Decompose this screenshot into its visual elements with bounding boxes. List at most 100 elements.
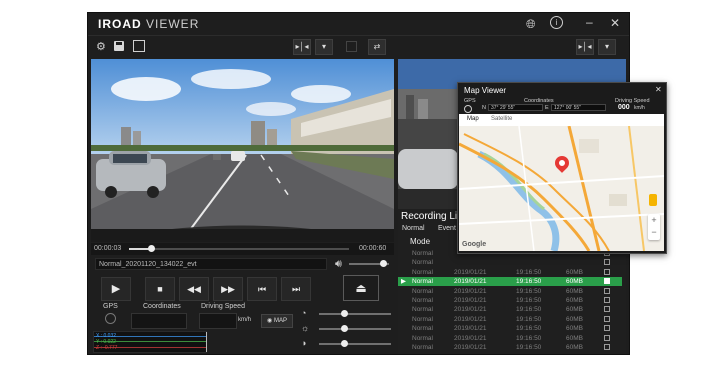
zoom-in-icon[interactable]: + xyxy=(648,214,660,226)
seek-bar-row: 00:00:03 00:00:60 xyxy=(91,243,394,255)
seek-handle[interactable] xyxy=(148,245,155,252)
row-checkbox[interactable] xyxy=(604,259,610,266)
recording-mode: Normal xyxy=(412,306,433,314)
recording-size: 60MB xyxy=(566,278,583,286)
recording-row[interactable]: Normal 2019/01/21 19:16:50 60MB xyxy=(398,324,622,333)
contrast-slider[interactable] xyxy=(319,340,391,347)
file-name-field: Normal_20201120_134022_evt xyxy=(95,258,327,270)
recording-time: 19:16:50 xyxy=(516,287,542,295)
volume-slider[interactable] xyxy=(349,260,389,267)
recording-time: 19:16:50 xyxy=(516,344,542,351)
recording-mode: Normal xyxy=(412,344,433,351)
tab-normal[interactable]: Normal xyxy=(402,225,425,232)
flip-horizontal-button-rear[interactable]: ▸│◂ xyxy=(576,39,594,55)
row-checkbox[interactable] xyxy=(604,325,610,332)
info-icon[interactable]: i xyxy=(550,16,563,29)
rewind-button[interactable]: ◀◀ xyxy=(179,277,209,301)
next-file-button[interactable]: ⏭︎ xyxy=(281,277,311,301)
flip-horizontal-button[interactable]: ▸│◂ xyxy=(293,39,311,55)
map-speed-unit: km/h xyxy=(634,105,645,111)
capture-icon[interactable] xyxy=(133,40,145,52)
tab-satellite[interactable]: Satellite xyxy=(491,116,512,122)
recording-mode: Normal xyxy=(412,297,433,304)
recording-mode: Normal xyxy=(412,250,433,257)
recording-size: 60MB xyxy=(566,334,583,342)
eject-button[interactable]: ⏏︎ xyxy=(343,275,379,301)
seek-track[interactable] xyxy=(129,245,349,252)
brightness-icon: ☼ xyxy=(301,323,310,333)
contrast-handle[interactable] xyxy=(341,340,349,347)
longitude-field: 127° 00' 55" xyxy=(551,104,606,111)
latitude-field: 37° 29' 55" xyxy=(488,104,543,111)
recording-date: 2019/01/21 xyxy=(454,287,487,295)
recording-row[interactable]: Normal 2019/01/21 19:16:50 60MB xyxy=(398,334,622,343)
front-camera-video[interactable] xyxy=(91,59,394,242)
fullscreen-icon[interactable] xyxy=(346,41,357,52)
recording-row[interactable]: Normal 2019/01/21 19:16:50 60MB xyxy=(398,287,622,296)
map-button[interactable]: ◉ MAP xyxy=(261,314,293,328)
recording-row[interactable]: ▶ Normal 2019/01/21 19:16:50 60MB xyxy=(398,277,622,287)
row-checkbox[interactable] xyxy=(604,287,610,294)
recording-size: 60MB xyxy=(566,344,583,351)
fast-forward-button[interactable]: ▶▶ xyxy=(213,277,243,301)
save-icon[interactable] xyxy=(114,41,124,51)
swap-view-button[interactable]: ⇄ xyxy=(368,39,386,55)
recording-row[interactable]: Normal xyxy=(398,258,622,267)
map-type-tabs: Map Satellite xyxy=(459,114,664,126)
gear-icon[interactable]: ⚙ xyxy=(96,40,106,54)
recording-date: 2019/01/21 xyxy=(454,278,487,286)
play-button[interactable]: ▶ xyxy=(101,277,131,301)
volume-handle[interactable] xyxy=(380,260,387,267)
row-checkbox[interactable] xyxy=(604,344,610,350)
sensor-panel: GPS Coordinates Driving Speed km/h ◉ MAP… xyxy=(91,303,394,353)
tab-map[interactable]: Map xyxy=(467,116,479,122)
stop-button[interactable]: ■ xyxy=(145,277,175,301)
recording-time: 19:16:50 xyxy=(516,268,542,276)
recording-row[interactable]: Normal 2019/01/21 19:16:50 60MB xyxy=(398,268,622,277)
map-area[interactable]: Map Satellite + − Google xyxy=(459,114,664,251)
street-view-icon[interactable] xyxy=(649,194,657,206)
row-checkbox[interactable] xyxy=(604,297,610,303)
recording-size: 60MB xyxy=(566,325,583,333)
tab-event[interactable]: Event xyxy=(438,225,456,232)
recording-row[interactable]: Normal 2019/01/21 19:16:50 60MB xyxy=(398,315,622,324)
brightness-handle[interactable] xyxy=(341,325,349,332)
playback-speed-handle[interactable] xyxy=(341,310,349,317)
zoom-out-icon[interactable]: − xyxy=(648,226,660,238)
recording-size: 60MB xyxy=(566,268,583,276)
coordinates-label: Coordinates xyxy=(143,303,181,310)
app-logo: IROAD VIEWER xyxy=(98,17,199,31)
minimize-icon[interactable]: – xyxy=(586,15,593,29)
recording-row[interactable]: Normal 2019/01/21 19:16:50 60MB xyxy=(398,296,622,305)
map-viewer-close-icon[interactable]: ✕ xyxy=(655,85,662,94)
recording-date: 2019/01/21 xyxy=(454,334,487,342)
row-checkbox[interactable] xyxy=(604,278,610,285)
previous-file-button[interactable]: ⏮︎ xyxy=(247,277,277,301)
row-checkbox[interactable] xyxy=(604,306,610,313)
recording-row[interactable]: Normal 2019/01/21 19:16:50 60MB xyxy=(398,305,622,314)
contrast-icon: ◑ xyxy=(301,338,307,348)
flip-vertical-button[interactable]: ▾ xyxy=(315,39,333,55)
recording-size: 60MB xyxy=(566,297,583,304)
volume-icon[interactable]: 🔊︎ xyxy=(335,257,342,271)
axis-z-value: Z : -0.777 xyxy=(96,345,118,351)
brightness-slider[interactable] xyxy=(319,325,391,332)
recording-row[interactable]: Normal 2019/01/21 19:16:50 60MB xyxy=(398,343,622,352)
speed-field xyxy=(199,313,237,329)
flip-vertical-button-rear[interactable]: ▾ xyxy=(598,39,616,55)
current-time: 00:00:03 xyxy=(94,245,122,252)
google-attribution: Google xyxy=(462,241,487,248)
recording-mode: Normal xyxy=(412,268,433,276)
recording-time: 19:16:50 xyxy=(516,297,542,304)
recording-time: 19:16:50 xyxy=(516,306,542,314)
recording-size: 60MB xyxy=(566,306,583,314)
globe-icon[interactable]: 🌐︎ xyxy=(526,17,536,31)
playback-speed-slider[interactable] xyxy=(319,310,391,317)
recording-time: 19:16:50 xyxy=(516,334,542,342)
row-checkbox[interactable] xyxy=(604,334,610,341)
close-icon[interactable]: ✕ xyxy=(610,16,620,30)
recording-list-title: Recording List xyxy=(401,211,465,222)
zoom-controls: + − xyxy=(648,214,660,240)
row-checkbox[interactable] xyxy=(604,315,610,322)
row-checkbox[interactable] xyxy=(604,268,610,275)
